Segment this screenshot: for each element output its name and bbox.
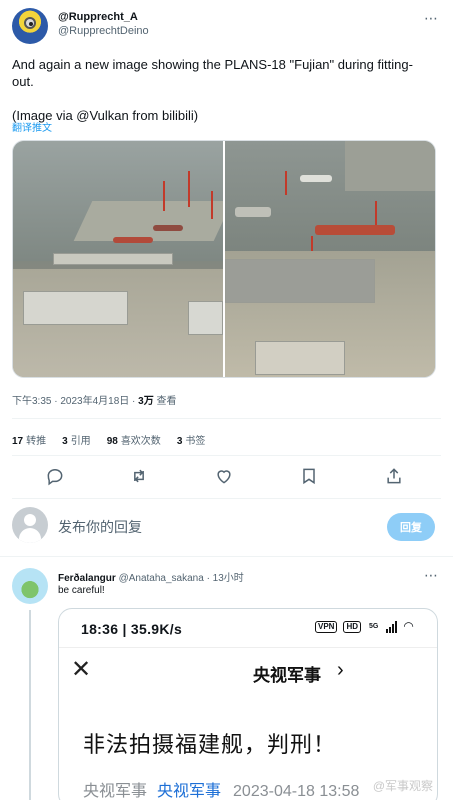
more-options-icon[interactable]: ⋯ bbox=[424, 10, 439, 27]
thread-line bbox=[29, 610, 31, 800]
author-display-name[interactable]: @Rupprecht_A bbox=[58, 10, 149, 24]
status-icons: VPN HD 5G ◠ bbox=[315, 619, 414, 633]
view-count: 3万 bbox=[138, 396, 154, 407]
divider bbox=[0, 556, 453, 557]
reply-author-avatar[interactable] bbox=[12, 568, 48, 604]
divider bbox=[59, 647, 437, 648]
watermark: @军事观察 bbox=[372, 779, 433, 793]
tweet-text: And again a new image showing the PLANS-… bbox=[12, 57, 413, 123]
divider bbox=[12, 498, 441, 499]
view-label: 查看 bbox=[153, 396, 177, 407]
stat-retweets[interactable]: 17 转推 bbox=[12, 432, 46, 447]
stat-bookmarks[interactable]: 3 书签 bbox=[177, 432, 206, 447]
vpn-badge: VPN bbox=[315, 621, 338, 633]
bookmark-icon[interactable] bbox=[299, 466, 319, 486]
divider bbox=[12, 455, 441, 456]
current-user-avatar[interactable] bbox=[12, 507, 48, 543]
reply-screenshot-image[interactable]: 18:36 | 35.9K/s VPN HD 5G ◠ ✕ 央视军事 › 非法拍… bbox=[58, 608, 438, 800]
like-icon[interactable] bbox=[214, 466, 234, 486]
translate-tweet-link[interactable]: 翻译推文 bbox=[12, 119, 52, 134]
stat-likes[interactable]: 98 喜欢次数 bbox=[107, 432, 161, 447]
wifi-icon: ◠ bbox=[403, 619, 414, 633]
article-byline: 央视军事 央视军事 2023-04-18 13:58 bbox=[83, 777, 359, 800]
divider bbox=[12, 418, 441, 419]
reply-time[interactable]: · 13小时 bbox=[204, 573, 244, 584]
byline-date: 2023-04-18 13:58 bbox=[233, 783, 360, 800]
reply-button[interactable]: 回复 bbox=[387, 513, 435, 541]
byline-author: 央视军事 bbox=[83, 783, 148, 800]
reply-author-name[interactable]: Ferðalangur bbox=[58, 573, 116, 584]
author-info: @Rupprecht_A @RupprechtDeino bbox=[58, 10, 149, 38]
stat-quotes[interactable]: 3 引用 bbox=[62, 432, 91, 447]
close-icon: ✕ bbox=[71, 656, 92, 683]
tweet-timestamp: 下午3:35 · 2023年4月18日 · 3万 查看 bbox=[12, 392, 177, 407]
chevron-right-icon: › bbox=[337, 659, 344, 681]
reply-header: Ferðalangur @Anataha_sakana · 13小时 bbox=[58, 569, 244, 584]
signal-icon bbox=[386, 621, 398, 633]
comment-icon[interactable] bbox=[45, 466, 65, 486]
reply-more-options-icon[interactable]: ⋯ bbox=[424, 567, 439, 584]
network-badge: 5G bbox=[369, 623, 379, 630]
reply-composer: 发布你的回复 回复 bbox=[0, 505, 453, 549]
reply-author-handle[interactable]: @Anataha_sakana bbox=[119, 573, 204, 584]
share-icon[interactable] bbox=[384, 466, 404, 486]
retweet-icon[interactable] bbox=[129, 466, 149, 486]
status-time: 18:36 | 35.9K/s bbox=[81, 621, 183, 637]
reply-input[interactable]: 发布你的回复 bbox=[58, 517, 142, 537]
channel-title: 央视军事 bbox=[253, 666, 321, 685]
engagement-stats: 17 转推 3 引用 98 喜欢次数 3 书签 bbox=[12, 432, 205, 447]
author-handle[interactable]: @RupprechtDeino bbox=[58, 24, 149, 38]
tweet-actions bbox=[0, 466, 453, 490]
hd-badge: HD bbox=[343, 621, 362, 633]
article-headline: 非法拍摄福建舰，判刑！ bbox=[83, 732, 337, 757]
tweet-media[interactable] bbox=[12, 140, 436, 378]
reply-tweet: Ferðalangur @Anataha_sakana · 13小时 ⋯ be … bbox=[0, 564, 453, 800]
reply-text: be careful! bbox=[58, 585, 105, 596]
shipyard-photo-left[interactable] bbox=[13, 141, 223, 377]
shipyard-photo-right[interactable] bbox=[225, 141, 435, 377]
author-avatar[interactable] bbox=[12, 8, 48, 44]
byline-source: 央视军事 bbox=[157, 783, 222, 800]
tweet-time[interactable]: 下午3:35 · 2023年4月18日 · bbox=[12, 396, 138, 407]
